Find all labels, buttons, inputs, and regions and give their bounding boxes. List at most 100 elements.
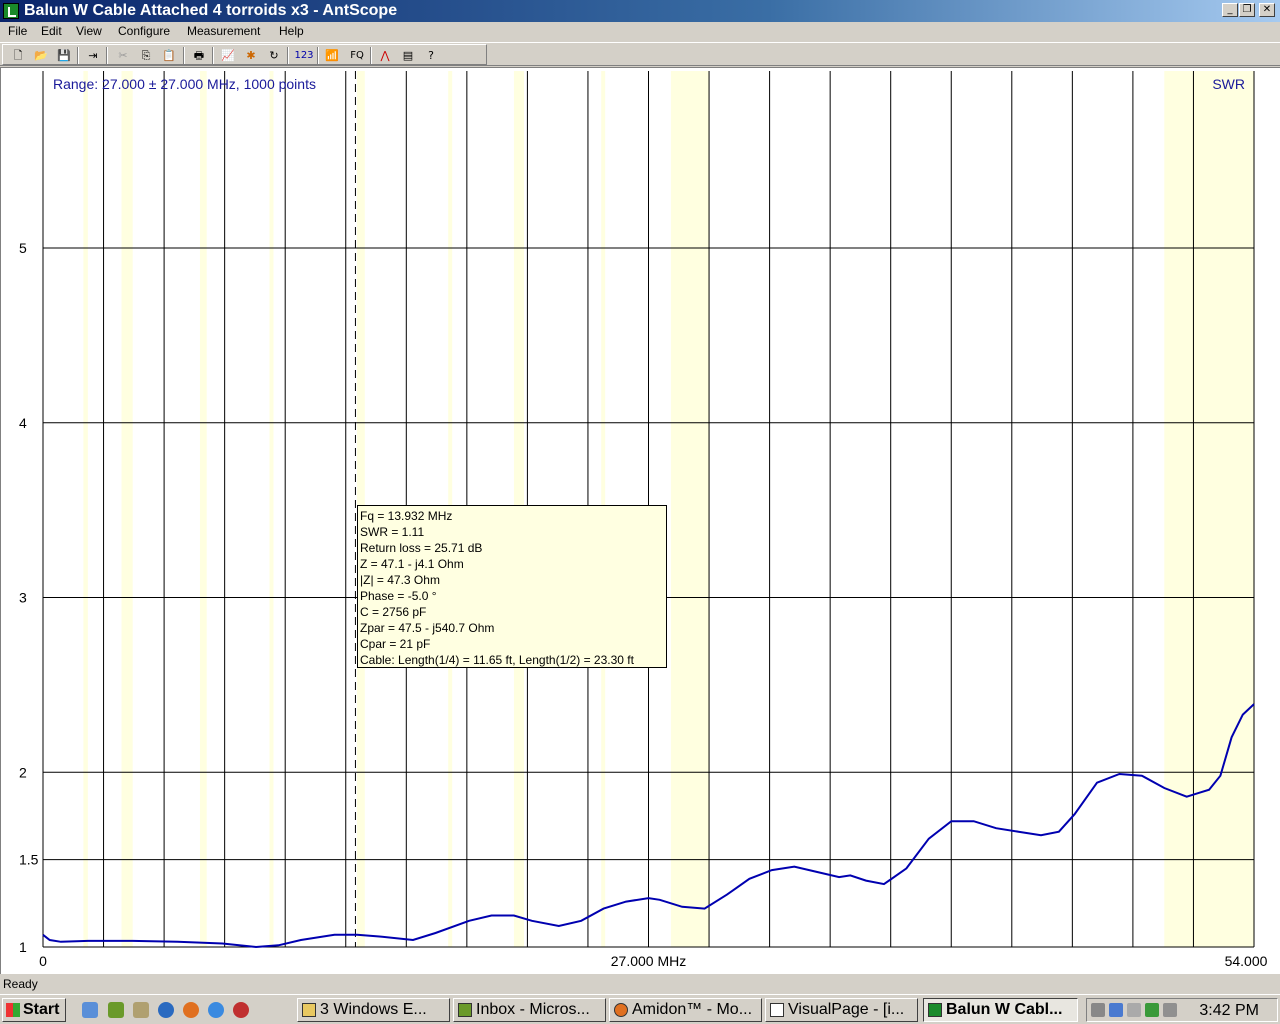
sweep-icon[interactable]: ✱ [242,47,260,64]
graph-icon[interactable]: 📈 [219,47,237,64]
y-tick-label: 1.5 [19,852,39,868]
y-axis-labels: 1 1.5 2 3 4 5 [19,240,39,955]
toolbar-separator [106,47,108,64]
menu-help[interactable]: Help [279,24,304,38]
band-highlight [199,71,207,947]
band-highlights [83,71,1254,947]
network-icon[interactable] [1091,1003,1105,1017]
taskbar: Start 3 Windows E... Inbox - Micros... A… [0,994,1280,1024]
paste-icon[interactable]: 📋 [160,47,178,64]
status-text: Ready [3,977,38,991]
x-tick-label: 0 [39,953,47,969]
windows-flag-icon [6,1003,20,1017]
open-folder-icon[interactable]: 📂 [32,47,50,64]
export-icon[interactable]: ⇥ [84,47,102,64]
print-icon[interactable]: 🖶 [190,47,208,64]
media-player-icon[interactable] [158,1002,174,1018]
close-button[interactable]: ✕ [1259,3,1275,17]
toolbar-separator [317,47,319,64]
toolbar-separator [212,47,214,64]
x-tick-label: 27.000 MHz [611,953,686,969]
tooltip-cable-length: Cable: Length(1/4) = 11.65 ft, Length(1/… [360,653,634,667]
explorer-quicklaunch-icon[interactable] [133,1002,149,1018]
y-tick-label: 5 [19,240,27,256]
folder-icon [302,1003,316,1017]
new-file-icon[interactable]: 🗋 [9,47,27,64]
task-label: 3 Windows E... [320,1001,427,1018]
plot-area[interactable]: 1 1.5 2 3 4 5 0 27.000 MHz 54.000 Range: 27.000… [0,67,1280,974]
toolbar-separator [370,47,372,64]
cut-icon[interactable]: ✂ [114,47,132,64]
help-icon[interactable]: ? [422,47,440,64]
band-highlight [1164,71,1254,947]
firefox-icon[interactable] [183,1002,199,1018]
tooltip-frequency: Fq = 13.932 MHz [360,509,453,523]
y-tick-label: 3 [19,590,27,606]
visualpage-icon [770,1003,784,1017]
y-tick-label: 2 [19,764,27,780]
menu-view[interactable]: View [76,24,102,38]
toolbar-separator [77,47,79,64]
task-label: Inbox - Micros... [476,1001,590,1018]
dual-graph-icon[interactable]: ⋀ [376,47,394,64]
menu-measurement[interactable]: Measurement [187,24,260,38]
tooltip-impedance-magnitude: |Z| = 47.3 Ohm [360,573,440,587]
task-label: VisualPage - [i... [788,1001,905,1018]
task-amidon[interactable]: Amidon™ - Mo... [609,998,762,1022]
antenna-icon[interactable]: 📶 [323,47,341,64]
window-title: Balun W Cable Attached 4 torroids x3 - A… [24,2,398,19]
toolbar-separator [183,47,185,64]
copy-icon[interactable]: ⎘ [137,47,155,64]
monitor-icon[interactable] [1127,1003,1141,1017]
refresh-icon[interactable]: ↻ [265,47,283,64]
clock: 3:42 PM [1199,1002,1259,1019]
display-icon[interactable] [1109,1003,1123,1017]
toolbar: 🗋 📂 💾 ⇥ ✂ ⎘ 📋 🖶 📈 ✱ ↻ 123 📶 FQ ⋀ ▤ ? [0,42,1280,66]
start-label: Start [23,1001,60,1018]
save-icon[interactable]: 💾 [55,47,73,64]
task-antscope[interactable]: Balun W Cabl... [923,998,1078,1022]
x-tick-label: 54.000 [1225,953,1268,969]
task-outlook-inbox[interactable]: Inbox - Micros... [453,998,606,1022]
task-label: Balun W Cabl... [946,1001,1063,1018]
tooltip-capacitance: C = 2756 pF [360,605,427,619]
toolbar-band: 🗋 📂 💾 ⇥ ✂ ⎘ 📋 🖶 📈 ✱ ↻ 123 📶 FQ ⋀ ▤ ? [2,44,487,65]
system-tray: 3:42 PM [1086,998,1278,1022]
menu-edit[interactable]: Edit [41,24,62,38]
y-tick-label: 4 [19,415,27,431]
antscope-icon [928,1003,942,1017]
range-label: Range: 27.000 ± 27.000 MHz, 1000 points [53,76,316,92]
restore-button[interactable]: ❐ [1239,3,1255,17]
status-bar: Ready [0,974,1280,994]
minimize-button[interactable]: _ [1222,3,1238,17]
tooltip-swr: SWR = 1.11 [360,525,425,539]
start-button[interactable]: Start [2,998,66,1022]
antscope-quicklaunch-icon[interactable] [108,1002,124,1018]
frequency-button[interactable]: FQ [346,47,368,64]
task-visualpage[interactable]: VisualPage - [i... [765,998,918,1022]
measurement-tooltip: Fq = 13.932 MHz SWR = 1.11 Return loss =… [357,505,667,668]
tooltip-phase: Phase = -5.0 ° [360,589,437,603]
show-desktop-icon[interactable] [82,1002,98,1018]
x-axis-labels: 0 27.000 MHz 54.000 [39,953,1268,969]
quicklaunch-app-icon[interactable] [233,1002,249,1018]
toolbar-separator [287,47,289,64]
antscope-app-icon[interactable] [3,3,19,19]
tooltip-parallel-impedance: Zpar = 47.5 - j540.7 Ohm [360,621,495,635]
numeric-display-icon[interactable]: 123 [293,47,315,64]
mode-label: SWR [1212,76,1245,92]
menu-configure[interactable]: Configure [118,24,170,38]
title-bar[interactable]: Balun W Cable Attached 4 torroids x3 - A… [0,0,1280,22]
security-icon[interactable] [1145,1003,1159,1017]
band-highlight [269,71,274,947]
band-highlight [83,71,88,947]
task-windows-explorer[interactable]: 3 Windows E... [297,998,450,1022]
band-highlight [670,71,710,947]
band-highlight [121,71,133,947]
internet-explorer-icon[interactable] [208,1002,224,1018]
menu-file[interactable]: File [8,24,27,38]
firefox-icon [614,1003,628,1017]
tooltip-return-loss: Return loss = 25.71 dB [360,541,483,555]
volume-icon[interactable] [1163,1003,1177,1017]
notes-icon[interactable]: ▤ [399,47,417,64]
